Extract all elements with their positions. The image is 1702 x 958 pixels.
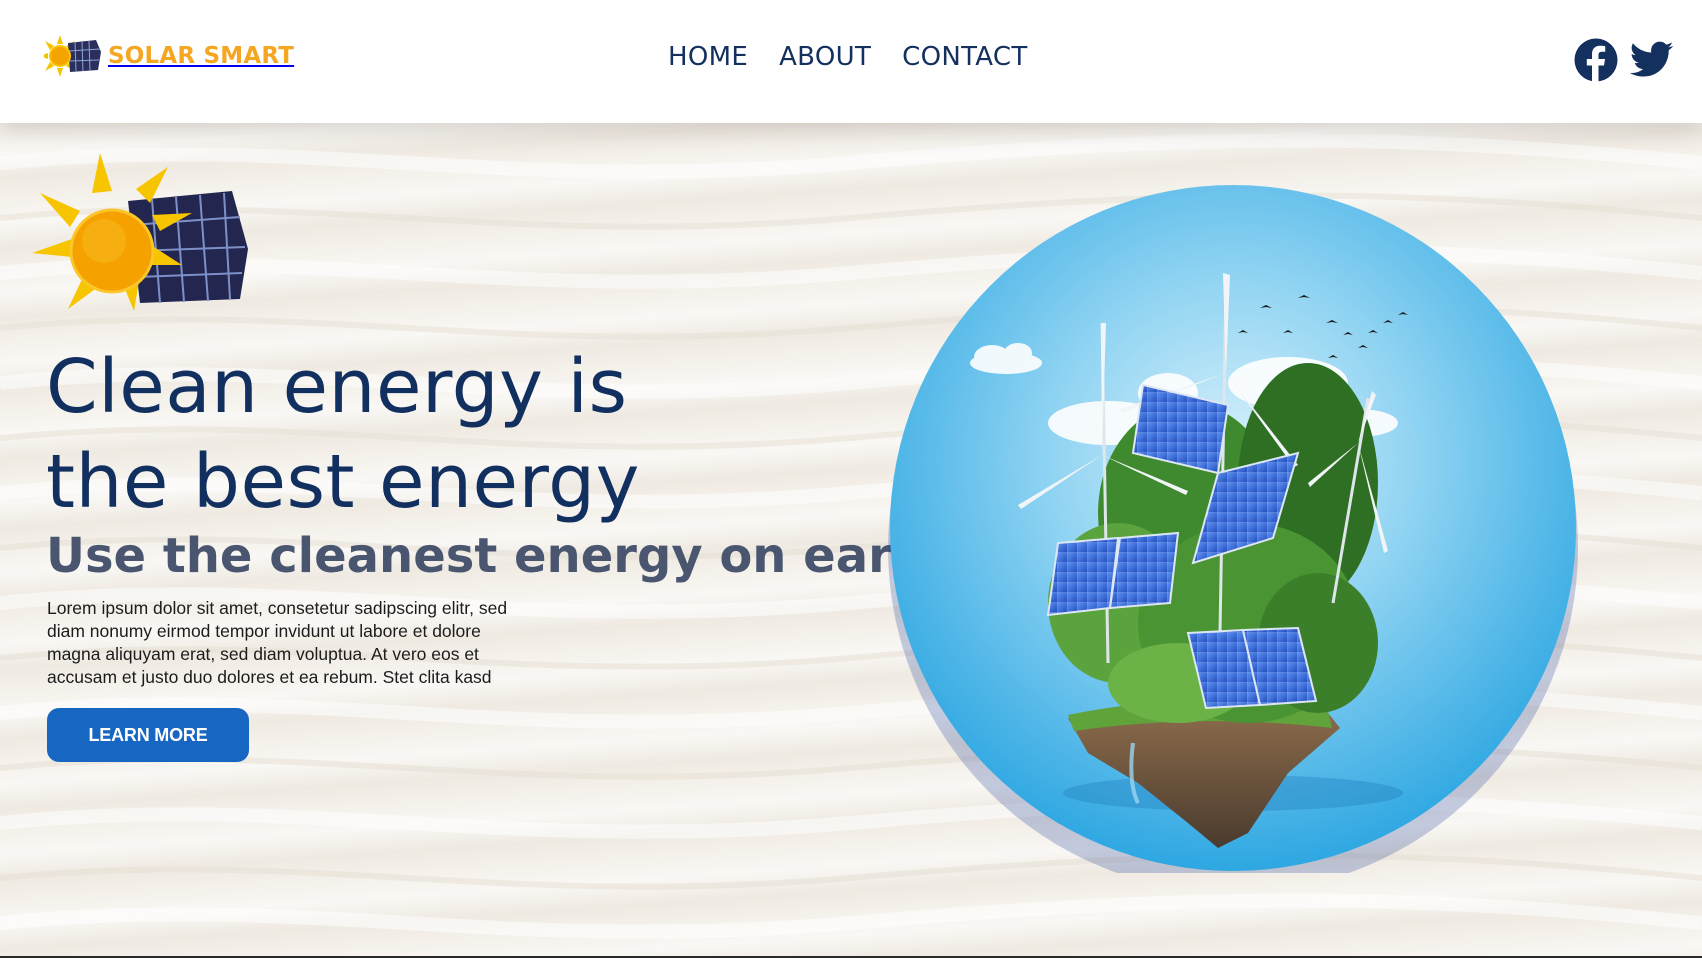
sun-solar-panel-icon [44, 35, 101, 77]
site-header: SOLAR SMART HOME ABOUT CONTACT [0, 0, 1702, 123]
hero-section: Clean energy is the best energy Use the … [0, 123, 1702, 958]
hero-title-line-1: Clean energy is [46, 344, 628, 430]
hero-subtitle: Use the cleanest energy on earth [46, 528, 949, 584]
nav-home[interactable]: HOME [668, 42, 748, 72]
facebook-icon[interactable] [1574, 38, 1618, 87]
twitter-icon[interactable] [1629, 41, 1674, 84]
hero-title-line-2: the best energy [46, 439, 640, 525]
hero-title: Clean energy is the best energy [46, 340, 826, 530]
brand-logo[interactable]: SOLAR SMART [44, 34, 294, 78]
hero-sun-panel-icon [32, 153, 248, 311]
nav-about[interactable]: ABOUT [779, 42, 871, 72]
learn-more-button[interactable]: LEARN MORE [47, 708, 249, 762]
social-links [1574, 38, 1674, 87]
floating-island-solar-wind-illustration [888, 185, 1578, 873]
nav-contact[interactable]: CONTACT [902, 42, 1027, 72]
main-nav: HOME ABOUT CONTACT [668, 42, 1028, 72]
hero-body-text: Lorem ipsum dolor sit amet, consetetur s… [47, 598, 508, 687]
brand-name: SOLAR SMART [108, 43, 295, 69]
